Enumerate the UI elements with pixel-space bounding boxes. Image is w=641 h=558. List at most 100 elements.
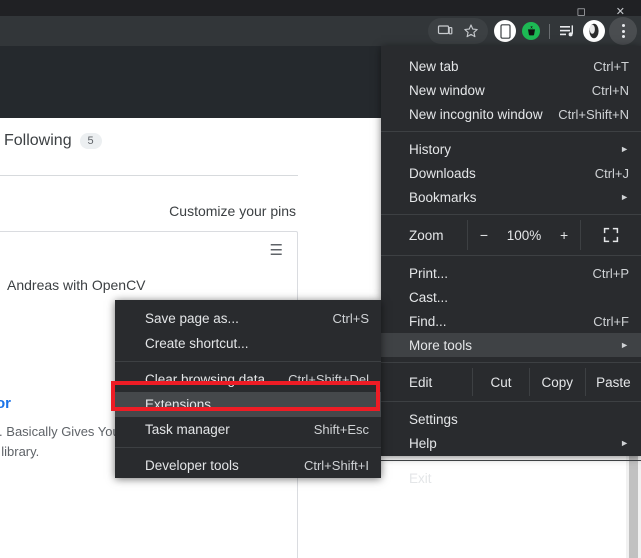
menu-item-label: Help — [409, 435, 437, 451]
submenu-item-task-manager[interactable]: Task manager Shift+Esc — [115, 417, 381, 442]
cast-icon[interactable] — [432, 18, 458, 44]
chevron-right-icon: ► — [620, 437, 629, 448]
menu-item-label: Find... — [409, 313, 447, 329]
card-description-line-1: me. Basically Gives You — [0, 424, 120, 439]
zoom-controls: − 100% + — [467, 220, 581, 250]
submenu-item-save-page-as[interactable]: Save page as... Ctrl+S — [115, 306, 381, 331]
menu-edit-row: Edit Cut Copy Paste — [381, 368, 641, 396]
media-list-icon[interactable] — [555, 18, 581, 44]
menu-item-shortcut: Ctrl+F — [593, 313, 629, 329]
menu-item-label: More tools — [409, 337, 473, 353]
zoom-out-button[interactable]: − — [475, 227, 493, 243]
menu-item-shortcut: Ctrl+T — [593, 58, 629, 74]
card-snippet-text: Andreas with OpenCV — [7, 277, 146, 293]
menu-item-settings[interactable]: Settings — [381, 407, 641, 431]
minimize-restore-icon[interactable]: ◻ — [577, 6, 586, 17]
menu-item-label: Save page as... — [145, 311, 239, 326]
menu-item-new-tab[interactable]: New tab Ctrl+T — [381, 54, 641, 78]
profile-avatar-icon[interactable] — [581, 18, 607, 44]
menu-item-find[interactable]: Find... Ctrl+F — [381, 309, 641, 333]
menu-separator — [381, 255, 641, 256]
zoom-in-button[interactable]: + — [555, 227, 573, 243]
menu-item-label: Cast... — [409, 289, 449, 305]
chevron-right-icon: ► — [620, 143, 629, 154]
edit-label: Edit — [409, 374, 433, 390]
submenu-item-extensions[interactable]: Extensions — [115, 392, 381, 417]
menu-item-print[interactable]: Print... Ctrl+P — [381, 261, 641, 285]
menu-zoom-row: Zoom − 100% + — [381, 220, 641, 250]
submenu-item-clear-browsing-data[interactable]: Clear browsing data... Ctrl+Shift+Del — [115, 367, 381, 392]
menu-item-label: Task manager — [145, 422, 230, 437]
menu-item-help[interactable]: Help ► — [381, 431, 641, 455]
submenu-item-create-shortcut[interactable]: Create shortcut... — [115, 331, 381, 356]
chevron-right-icon: ► — [620, 191, 629, 202]
menu-item-new-window[interactable]: New window Ctrl+N — [381, 78, 641, 102]
svg-text:x: x — [530, 25, 533, 30]
star-icon[interactable] — [458, 18, 484, 44]
page-scrollbar-thumb[interactable] — [629, 440, 638, 558]
mobile-device-icon[interactable] — [492, 18, 518, 44]
menu-item-label: Print... — [409, 265, 449, 281]
menu-separator — [381, 401, 641, 402]
menu-item-label: Extensions — [145, 397, 212, 412]
menu-separator — [381, 131, 641, 132]
menu-separator — [381, 362, 641, 363]
menu-item-label: Create shortcut... — [145, 336, 249, 351]
zoom-level-value: 100% — [506, 227, 542, 243]
menu-item-shortcut: Ctrl+S — [332, 311, 369, 326]
menu-item-history[interactable]: History ► — [381, 137, 641, 161]
tab-strip: ◻ ✕ — [0, 0, 641, 17]
menu-item-label: Settings — [409, 411, 458, 427]
menu-item-label: New window — [409, 82, 485, 98]
section-divider — [0, 175, 298, 176]
chevron-right-icon: ► — [620, 339, 629, 350]
menu-item-label: New incognito window — [409, 106, 543, 122]
more-tools-submenu: Save page as... Ctrl+S Create shortcut..… — [115, 300, 381, 478]
card-description-line-2: ow library. — [0, 444, 40, 459]
menu-item-label: Clear browsing data... — [145, 372, 277, 387]
menu-item-downloads[interactable]: Downloads Ctrl+J — [381, 161, 641, 185]
menu-item-shortcut: Ctrl+Shift+I — [303, 458, 369, 473]
menu-item-shortcut: Ctrl+J — [594, 165, 629, 181]
menu-item-cast[interactable]: Cast... — [381, 285, 641, 309]
toolbar-icon-group: x — [428, 16, 641, 46]
menu-separator — [115, 361, 381, 362]
browser-window: ◻ ✕ x Following 5 Customize your pins ☰ … — [0, 0, 641, 558]
card-title-link[interactable]: tor — [0, 395, 11, 412]
menu-item-more-tools[interactable]: More tools ► — [381, 333, 641, 357]
paste-button[interactable]: Paste — [584, 368, 641, 396]
hamburger-icon[interactable]: ☰ — [270, 243, 283, 258]
menu-item-label: New tab — [409, 58, 459, 74]
submenu-item-developer-tools[interactable]: Developer tools Ctrl+Shift+I — [115, 453, 381, 478]
copy-button[interactable]: Copy — [528, 368, 585, 396]
following-section: Following 5 — [4, 132, 102, 150]
three-dot-menu-icon[interactable] — [609, 17, 637, 45]
menu-item-label: Exit — [409, 470, 432, 486]
following-count-badge: 5 — [79, 133, 102, 149]
menu-item-label: Developer tools — [145, 458, 239, 473]
customize-pins-link[interactable]: Customize your pins — [0, 203, 296, 219]
menu-item-shortcut: Shift+Esc — [313, 422, 369, 437]
cut-button[interactable]: Cut — [472, 368, 528, 396]
menu-item-bookmarks[interactable]: Bookmarks ► — [381, 185, 641, 209]
menu-item-shortcut: Ctrl+P — [592, 265, 629, 281]
menu-item-label: History — [409, 141, 452, 157]
zoom-label: Zoom — [409, 227, 444, 243]
menu-separator — [115, 447, 381, 448]
window-controls: ◻ ✕ — [577, 0, 637, 17]
menu-item-label: Bookmarks — [409, 189, 477, 205]
omnibox-action-pill — [428, 18, 488, 44]
menu-item-new-incognito-window[interactable]: New incognito window Ctrl+Shift+N — [381, 102, 641, 126]
menu-separator — [381, 214, 641, 215]
chrome-main-menu: New tab Ctrl+T New window Ctrl+N New inc… — [381, 46, 641, 486]
menu-item-shortcut: Ctrl+N — [591, 82, 629, 98]
card-description: me. Basically Gives You ow library. — [0, 422, 120, 462]
browser-toolbar: x — [0, 16, 641, 46]
extension-puzzle-icon[interactable]: x — [518, 18, 544, 44]
menu-item-exit[interactable]: Exit — [381, 466, 641, 490]
close-icon[interactable]: ✕ — [616, 6, 625, 17]
menu-item-label: Downloads — [409, 165, 476, 181]
menu-item-shortcut: Ctrl+Shift+Del — [288, 372, 369, 387]
toolbar-divider — [549, 23, 550, 39]
fullscreen-icon[interactable] — [581, 220, 641, 250]
